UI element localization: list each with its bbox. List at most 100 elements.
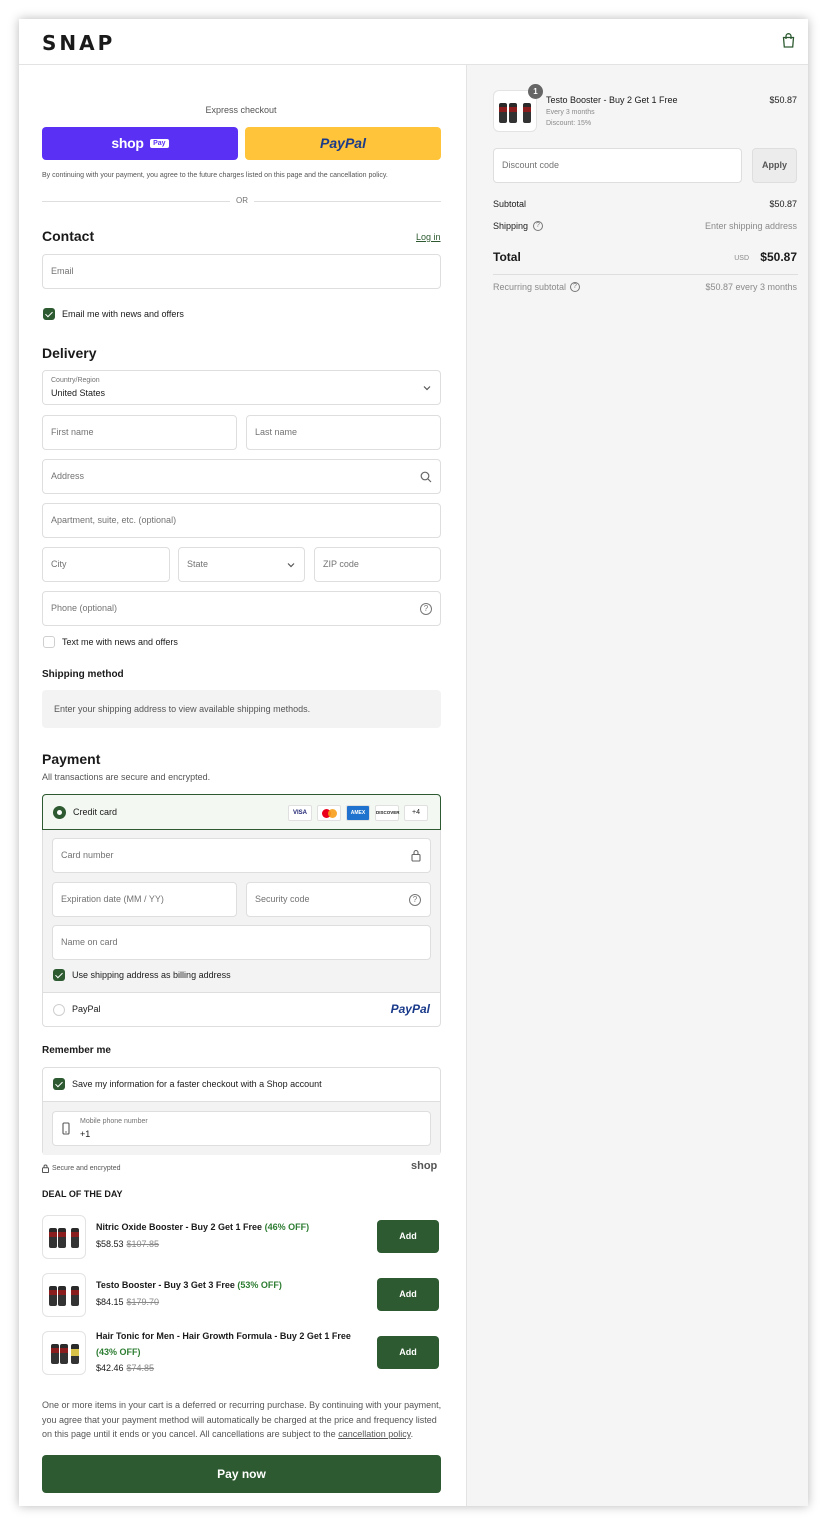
divider-left [42,201,230,202]
help-icon[interactable]: ? [533,221,543,231]
recurring-subtotal-label: Recurring subtotal [493,282,567,292]
logo[interactable]: SNAP [42,31,115,55]
remember-me-heading: Remember me [42,1045,111,1056]
recurring-subtotal-value: $50.87 every 3 months [705,282,797,292]
quantity-badge: 1 [528,84,543,99]
mobile-panel: Mobile phone number +1 [43,1101,440,1155]
add-deal-button[interactable]: Add [377,1336,439,1369]
deal-product-price: $42.46 $74.85 [96,1363,155,1373]
discount-code-field[interactable]: Discount code [493,148,742,183]
city-field[interactable]: City [42,547,170,582]
deal-product-discount: (43% OFF) [96,1347,141,1357]
first-name-field[interactable]: First name [42,415,237,450]
discount-code-placeholder: Discount code [502,160,560,170]
paypal-label: PayPal [72,1004,101,1014]
security-code-field[interactable]: Security code ? [246,882,431,917]
express-checkout-title: Express checkout [205,105,277,115]
address-placeholder: Address [51,471,85,481]
add-deal-button[interactable]: Add [377,1220,439,1253]
country-label: Country/Region [51,377,100,384]
deal-product-image [42,1331,86,1375]
shop-pay-badge: Pay [150,139,169,148]
divider-right [254,201,441,202]
apartment-field[interactable]: Apartment, suite, etc. (optional) [42,503,441,538]
card-number-field[interactable]: Card number [52,838,431,873]
search-icon [420,471,432,483]
subtotal-value: $50.87 [769,199,797,209]
total-row: Total USD $50.87 [493,250,797,272]
deal-product-image [42,1273,86,1317]
paypal-logo: PayPal [320,135,366,151]
divider [493,274,798,275]
mobile-phone-label: Mobile phone number [80,1118,148,1125]
chevron-down-icon [287,563,295,568]
state-placeholder: State [187,559,209,569]
expiration-field[interactable]: Expiration date (MM / YY) [52,882,237,917]
remember-me-box: Save my information for a faster checkou… [42,1067,441,1155]
billing-address-checkbox[interactable] [53,969,65,981]
text-news-checkbox[interactable] [43,636,55,648]
state-select[interactable]: State [178,547,305,582]
deal-product-name: Testo Booster - Buy 3 Get 3 Free (53% OF… [96,1280,282,1290]
help-icon[interactable]: ? [570,282,580,292]
lock-icon [411,849,421,862]
help-icon[interactable]: ? [409,894,421,906]
shipping-method-heading: Shipping method [42,669,124,680]
delivery-heading: Delivery [42,345,97,361]
paypal-express-button[interactable]: PayPal [245,127,441,160]
email-field[interactable]: Email [42,254,441,289]
mobile-phone-field[interactable]: Mobile phone number +1 [52,1111,431,1146]
deal-product-name: Hair Tonic for Men - Hair Growth Formula… [96,1331,351,1341]
mobile-phone-value: +1 [80,1129,91,1139]
name-on-card-field[interactable]: Name on card [52,925,431,960]
shop-pay-button[interactable]: shop Pay [42,127,238,160]
first-name-placeholder: First name [51,427,94,437]
apply-button[interactable]: Apply [752,148,797,183]
save-info-label: Save my information for a faster checkou… [72,1079,322,1089]
amex-icon: AMEX [346,805,370,821]
order-summary: 1 Testo Booster - Buy 2 Get 1 Free Every… [466,65,808,1506]
chevron-down-icon [423,386,431,391]
cancellation-policy-link[interactable]: cancellation policy [338,1429,410,1439]
shop-pay-logo: shop [111,135,144,151]
summary-product-frequency: Every 3 months [546,109,595,116]
pay-now-button[interactable]: Pay now [42,1455,441,1493]
zip-placeholder: ZIP code [323,559,359,569]
country-value: United States [51,388,106,398]
paypal-radio[interactable] [53,1004,65,1016]
express-disclaimer: By continuing with your payment, you agr… [42,172,388,179]
paypal-option-logo: PayPal [390,1002,430,1016]
card-fields-panel: Card number Expiration date (MM / YY) Se… [43,830,440,992]
phone-field[interactable]: Phone (optional) ? [42,591,441,626]
login-link[interactable]: Log in [416,232,441,242]
credit-card-option[interactable]: Credit card VISA AMEX DISCOVER +4 [42,794,441,830]
visa-icon: VISA [288,805,312,821]
zip-field[interactable]: ZIP code [314,547,441,582]
expiration-placeholder: Expiration date (MM / YY) [61,894,164,904]
lock-icon [42,1164,49,1173]
credit-card-label: Credit card [73,807,118,817]
billing-address-label: Use shipping address as billing address [72,970,231,980]
email-placeholder: Email [51,266,74,276]
last-name-field[interactable]: Last name [246,415,441,450]
email-news-checkbox[interactable] [43,308,55,320]
recurring-terms: One or more items in your cart is a defe… [42,1400,442,1439]
summary-product-price: $50.87 [769,95,797,105]
help-icon[interactable]: ? [420,603,432,615]
save-info-checkbox[interactable] [53,1078,65,1090]
summary-product-name: Testo Booster - Buy 2 Get 1 Free [546,95,678,105]
recurring-subtotal-row: Recurring subtotal ? $50.87 every 3 mont… [493,282,797,292]
header: SNAP [19,19,808,65]
total-label: Total [493,250,521,264]
add-deal-button[interactable]: Add [377,1278,439,1311]
shopping-bag-icon[interactable] [782,33,795,48]
email-news-label: Email me with news and offers [62,309,184,319]
more-cards-badge: +4 [404,805,428,821]
discover-icon: DISCOVER [375,805,400,821]
address-field[interactable]: Address [42,459,441,494]
or-divider-text: OR [236,196,248,205]
country-select[interactable]: Country/Region United States [42,370,441,405]
credit-card-radio[interactable] [53,806,66,819]
paypal-option[interactable]: PayPal PayPal [43,993,440,1026]
mobile-phone-icon [62,1122,70,1135]
